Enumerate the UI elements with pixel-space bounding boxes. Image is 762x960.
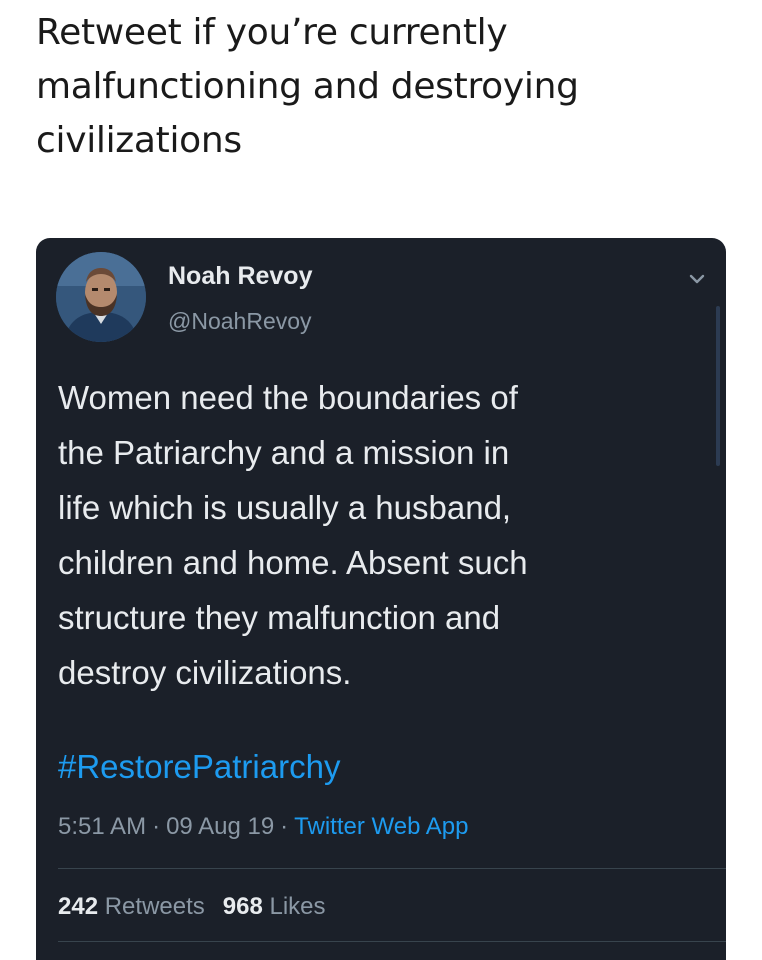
retweets-stat[interactable]: 242 Retweets: [58, 893, 205, 920]
scrollbar[interactable]: [716, 306, 720, 466]
tweet-text-line: structure they malfunction and: [58, 599, 501, 636]
retweets-label: Retweets: [104, 893, 205, 920]
tweet-text-line: children and home. Absent such: [58, 544, 528, 581]
tweet-text-line: destroy civilizations.: [58, 654, 352, 691]
likes-count: 968: [222, 893, 263, 920]
tweet-stats: 242 Retweets 968 Likes: [58, 893, 326, 921]
meme-page: Retweet if you’re currently malfunctioni…: [0, 0, 762, 960]
retweets-count: 242: [58, 893, 99, 920]
author-handle[interactable]: @NoahRevoy: [168, 308, 312, 335]
avatar[interactable]: [56, 252, 146, 342]
tweet-text-line: the Patriarchy and a mission in: [58, 434, 510, 471]
tweet-text: Women need the boundaries of the Patriar…: [58, 370, 698, 700]
tweet-metadata: 5:51 AM · 09 Aug 19 · Twitter Web App: [58, 813, 468, 841]
tweet-text-line: Women need the boundaries of: [58, 379, 518, 416]
tweet-source-link[interactable]: Twitter Web App: [294, 813, 468, 840]
avatar-image: [56, 252, 146, 342]
separator: ·: [280, 813, 289, 840]
tweet-card: Noah Revoy @NoahRevoy Women need the bou…: [36, 238, 726, 960]
tweet-text-line: life which is usually a husband,: [58, 489, 512, 526]
separator: ·: [152, 813, 161, 840]
chevron-down-icon[interactable]: [686, 268, 708, 290]
tweet-date[interactable]: 09 Aug 19: [166, 813, 274, 840]
caption-line: civilizations: [36, 120, 242, 161]
likes-stat[interactable]: 968 Likes: [223, 893, 326, 920]
caption-line: Retweet if you’re currently: [36, 12, 508, 53]
author-display-name[interactable]: Noah Revoy: [168, 262, 312, 291]
divider: [58, 941, 726, 942]
caption-line: malfunctioning and destroying: [36, 66, 579, 107]
meme-caption: Retweet if you’re currently malfunctioni…: [36, 6, 726, 168]
divider: [58, 868, 726, 869]
tweet-time[interactable]: 5:51 AM: [58, 813, 146, 840]
hashtag-link[interactable]: #RestorePatriarchy: [58, 748, 340, 786]
likes-label: Likes: [269, 893, 326, 920]
